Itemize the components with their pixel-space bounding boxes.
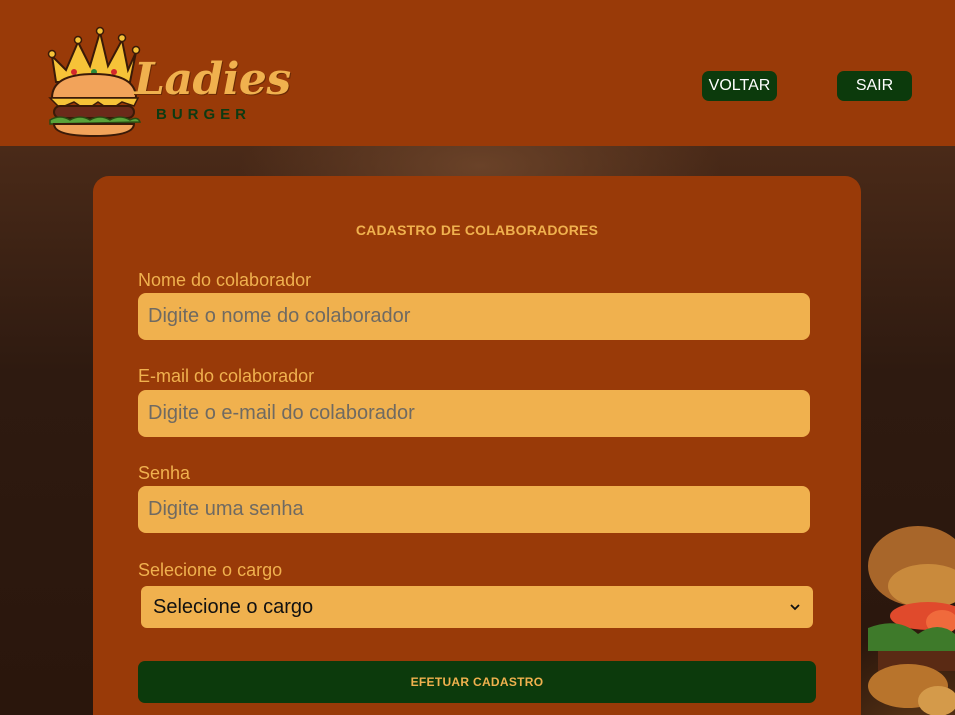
name-label: Nome do colaborador	[138, 270, 312, 290]
chevron-down-icon	[790, 604, 800, 611]
burger-photo-detail	[868, 526, 955, 715]
form-title: CADASTRO DE COLABORADORES	[355, 222, 599, 238]
email-label: E-mail do colaborador	[138, 366, 315, 386]
back-button[interactable]: VOLTAR	[702, 71, 777, 101]
password-label: Senha	[138, 463, 191, 483]
logo[interactable]: Ladies BURGER	[44, 26, 291, 138]
brand-name: Ladies	[134, 54, 291, 105]
register-form-card: CADASTRO DE COLABORADORES Nome do colabo…	[93, 176, 861, 715]
header: Ladies BURGER VOLTAR SAIR	[0, 0, 955, 146]
email-input[interactable]	[138, 390, 810, 437]
role-select[interactable]: Selecione o cargo	[141, 586, 813, 628]
role-label: Selecione o cargo	[138, 560, 283, 580]
role-select-value: Selecione o cargo	[153, 595, 314, 618]
name-input[interactable]	[138, 293, 810, 340]
brand-subtitle: BURGER	[156, 106, 252, 123]
password-input[interactable]	[138, 486, 810, 533]
logout-button[interactable]: SAIR	[837, 71, 912, 101]
submit-button[interactable]: EFETUAR CADASTRO	[138, 661, 816, 703]
